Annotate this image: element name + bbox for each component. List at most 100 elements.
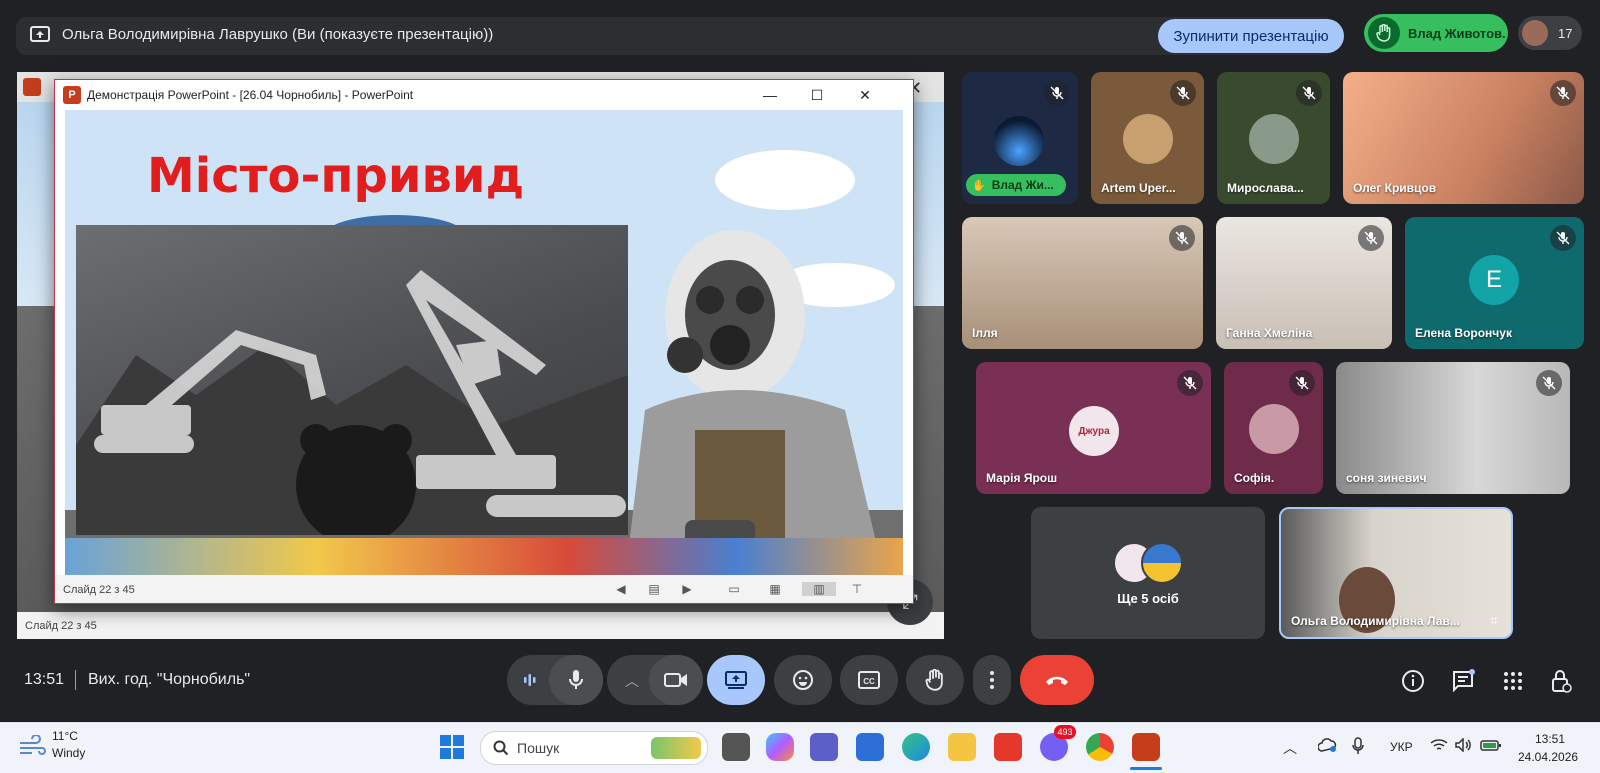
- file-explorer-icon[interactable]: [948, 733, 976, 761]
- slide-menu-icon[interactable]: ▤: [647, 582, 661, 596]
- camera-control: ︿: [607, 655, 703, 705]
- windows-taskbar: 11°C Windy Пошук 493 ︿ УКР 13:51 24.04.2…: [0, 722, 1600, 773]
- self-view-tile[interactable]: Ольга Володимирівна Лав... ⌗: [1279, 507, 1513, 639]
- chevron-up-icon[interactable]: ︿: [625, 671, 639, 691]
- captions-button[interactable]: CC: [840, 655, 898, 705]
- clock-time[interactable]: 13:51: [1535, 732, 1565, 746]
- audio-level-icon: [523, 671, 537, 694]
- mic-off-icon: [1536, 370, 1562, 396]
- clock-date[interactable]: 24.04.2026: [1518, 750, 1578, 764]
- crop-icon[interactable]: ⌗: [1483, 609, 1505, 631]
- microphone-button[interactable]: [549, 655, 603, 705]
- participant-tile[interactable]: соня зиневич: [1336, 362, 1570, 494]
- avatar: [1249, 114, 1299, 164]
- slide-hazmat-figure: [625, 220, 895, 575]
- slide-canvas: Місто-привид: [65, 110, 903, 575]
- camera-icon: [664, 673, 687, 687]
- weather-temperature[interactable]: 11°C: [52, 729, 78, 743]
- onedrive-icon[interactable]: [1317, 737, 1338, 755]
- normal-view-icon[interactable]: ▭: [727, 582, 741, 596]
- meeting-time: 13:51: [24, 671, 65, 688]
- more-participants-label: Ще 5 осіб: [1117, 591, 1179, 606]
- raised-hand-name: Влад Животов.: [1408, 25, 1506, 41]
- raised-hand-name-chip: ✋ Влад Жи...: [966, 174, 1066, 196]
- participant-tile[interactable]: Ганна Хмеліна: [1216, 217, 1392, 349]
- present-button[interactable]: [707, 655, 765, 705]
- camera-button[interactable]: [649, 655, 703, 705]
- mic-off-icon: [1550, 80, 1576, 106]
- participant-tile[interactable]: ✋ Влад Жи...: [962, 72, 1078, 204]
- presentation-banner: Ольга Володимирівна Лаврушко (Ви (показу…: [16, 17, 1334, 55]
- slide-bottom-art: [65, 538, 903, 575]
- participant-tile[interactable]: E Елена Ворончук: [1405, 217, 1584, 349]
- stop-presenting-button[interactable]: Зупинити презентацію: [1158, 19, 1344, 53]
- participant-name: Ольга Володимирівна Лав...: [1291, 614, 1460, 628]
- leave-call-button[interactable]: [1020, 655, 1094, 705]
- powerpoint-icon: P: [63, 86, 81, 104]
- participant-tile[interactable]: Софія.: [1224, 362, 1323, 494]
- end-call-icon: [1046, 676, 1068, 685]
- minimize-button[interactable]: —: [751, 84, 789, 106]
- chrome-icon[interactable]: [1086, 733, 1114, 761]
- edge-icon[interactable]: [902, 733, 930, 761]
- reactions-button[interactable]: [774, 655, 832, 705]
- wps-office-icon[interactable]: [994, 733, 1022, 761]
- avatar: [1123, 114, 1173, 164]
- participant-name: соня зиневич: [1346, 471, 1427, 485]
- host-controls-icon[interactable]: [1548, 668, 1574, 694]
- more-participants-tile[interactable]: Ще 5 осіб: [1031, 507, 1265, 639]
- store-icon[interactable]: [856, 733, 884, 761]
- participant-tile[interactable]: Artem Uper...: [1091, 72, 1204, 204]
- raise-hand-button[interactable]: [906, 655, 964, 705]
- chevron-up-icon[interactable]: ︿: [1283, 738, 1297, 758]
- copilot-icon[interactable]: [766, 733, 794, 761]
- avatar-logo: Джура: [1069, 406, 1119, 456]
- present-icon: [725, 671, 747, 689]
- task-view-icon[interactable]: [722, 733, 750, 761]
- svg-text:CC: CC: [863, 677, 875, 686]
- participant-tile[interactable]: Джура Марія Ярош: [976, 362, 1211, 494]
- close-button[interactable]: ✕: [846, 84, 884, 106]
- powerpoint-titlebar: P Демонстрація PowerPoint - [26.04 Чорно…: [55, 80, 913, 110]
- info-icon[interactable]: [1400, 668, 1426, 694]
- weather-icon[interactable]: [18, 734, 46, 762]
- participant-tile[interactable]: Мирослава...: [1217, 72, 1330, 204]
- reading-view-icon[interactable]: ▥: [802, 582, 836, 596]
- slide-excavator-image: [76, 225, 628, 545]
- participants-button[interactable]: 17: [1518, 16, 1582, 50]
- maximize-button[interactable]: ☐: [798, 84, 836, 106]
- hand-icon: [925, 669, 943, 691]
- weather-description[interactable]: Windy: [52, 746, 85, 760]
- windows-start-icon[interactable]: [440, 735, 464, 764]
- battery-icon[interactable]: [1480, 738, 1502, 757]
- raised-hand-icon: [1368, 17, 1400, 49]
- mic-off-icon: [1358, 225, 1384, 251]
- slideshow-icon[interactable]: ⊤: [850, 582, 864, 596]
- activities-icon[interactable]: [1500, 668, 1526, 694]
- previous-slide-icon[interactable]: ◀: [614, 582, 628, 596]
- microphone-icon: [569, 670, 583, 689]
- participant-name: Елена Ворончук: [1415, 326, 1512, 340]
- microphone-tray-icon[interactable]: [1352, 737, 1364, 760]
- wifi-icon[interactable]: [1430, 738, 1448, 757]
- powerpoint-taskbar-icon[interactable]: [1132, 733, 1160, 761]
- participant-name: Влад Жи...: [991, 178, 1054, 192]
- avatar: [994, 116, 1044, 166]
- search-icon: [493, 740, 509, 756]
- volume-icon[interactable]: [1455, 737, 1473, 757]
- powerpoint-statusbar: Слайд 22 з 45 ◀ ▤ ▶ ▭ ▦ ▥ ⊤: [55, 575, 913, 603]
- more-options-button[interactable]: [973, 655, 1011, 705]
- participant-tile[interactable]: Ілля: [962, 217, 1203, 349]
- avatar-initial: E: [1469, 255, 1519, 305]
- next-slide-icon[interactable]: ▶: [680, 582, 694, 596]
- teams-icon[interactable]: [810, 733, 838, 761]
- taskbar-search[interactable]: Пошук: [480, 731, 708, 765]
- viber-icon[interactable]: 493: [1040, 725, 1076, 761]
- divider: [75, 670, 76, 690]
- mic-off-icon: [1169, 225, 1195, 251]
- raised-hand-chip[interactable]: Влад Животов.: [1364, 14, 1508, 52]
- input-language[interactable]: УКР: [1390, 740, 1413, 754]
- slide-sorter-icon[interactable]: ▦: [768, 582, 782, 596]
- chat-icon[interactable]: [1450, 668, 1476, 694]
- participant-tile[interactable]: Олег Кривцов: [1343, 72, 1584, 204]
